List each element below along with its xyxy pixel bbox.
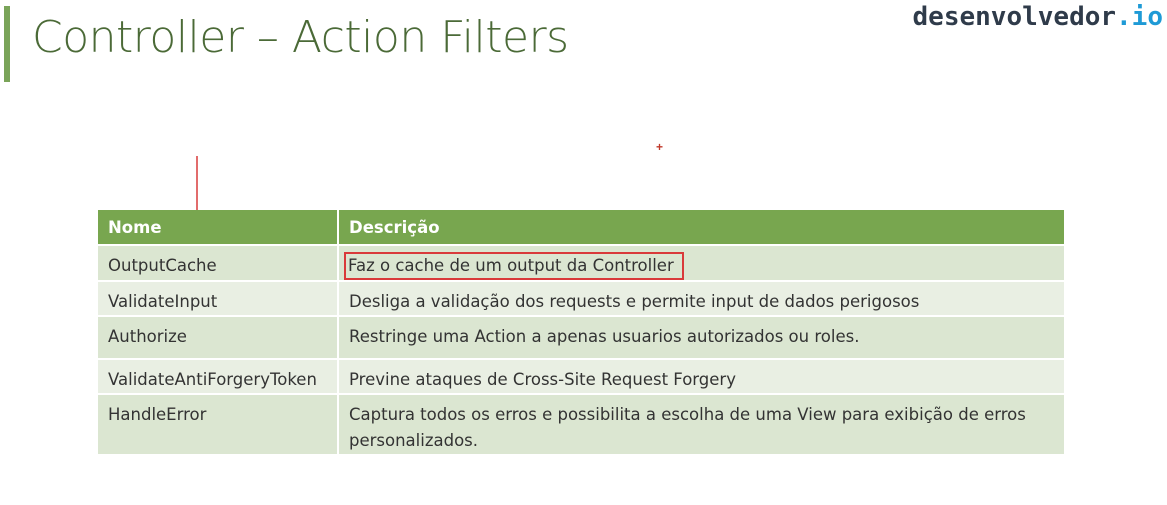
filter-description-cell: Desliga a validação dos requests e permi… [338,281,1064,317]
filter-name-cell: HandleError [98,394,339,456]
filter-name-cell: ValidateAntiForgeryToken [98,359,339,395]
table-row: HandleError Captura todos os erros e pos… [98,394,1064,456]
column-header-nome: Nome [98,210,339,246]
slide-title: Controller – Action Filters [32,12,569,63]
filter-description-cell: Previne ataques de Cross-Site Request Fo… [338,359,1064,395]
filter-name-cell: Authorize [98,316,339,360]
pointer-crosshair-icon: + [656,140,664,154]
filter-description-cell: Faz o cache de um output da Controller [338,245,1064,282]
filter-name-cell: OutputCache [98,245,339,282]
filter-description-cell: Captura todos os erros e possibilita a e… [338,394,1064,456]
slide: Controller – Action Filters desenvolvedo… [0,0,1167,505]
table-header-row: Nome Descrição [98,210,1064,246]
table-row: Authorize Restringe uma Action a apenas … [98,316,1064,360]
filter-name-cell: ValidateInput [98,281,339,317]
table-row: ValidateAntiForgeryToken Previne ataques… [98,359,1064,395]
brand-logo: desenvolvedor.io [913,2,1163,32]
filter-description-cell: Restringe uma Action a apenas usuarios a… [338,316,1064,360]
table-row: OutputCache Faz o cache de um output da … [98,245,1064,282]
action-filters-table: Nome Descrição OutputCache Faz o cache d… [98,210,1064,456]
column-header-descricao: Descrição [338,210,1064,246]
logo-suffix-text: .io [1116,2,1163,32]
title-accent-bar [4,6,10,82]
highlighted-description: Faz o cache de um output da Controller [344,252,684,280]
table-row: ValidateInput Desliga a validação dos re… [98,281,1064,317]
logo-main-text: desenvolvedor [912,2,1117,32]
